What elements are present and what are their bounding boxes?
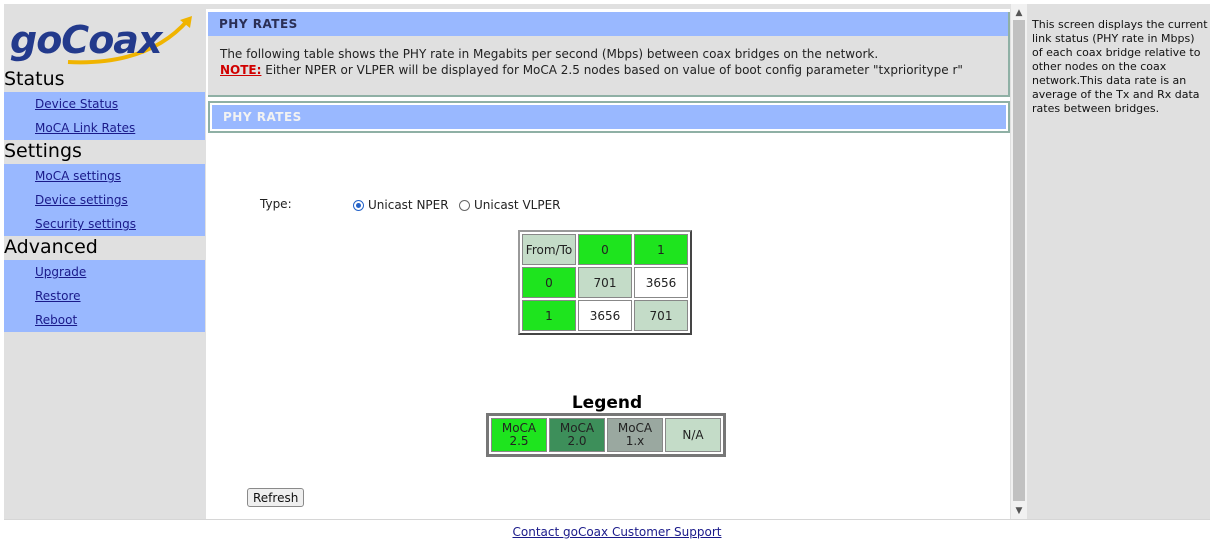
scroll-up-icon[interactable]: ▲ <box>1011 6 1027 20</box>
page-title: PHY RATES <box>208 12 1008 36</box>
legend-line2: 2.5 <box>509 434 529 448</box>
note-text: Either NPER or VLPER will be displayed f… <box>261 63 963 77</box>
radio-label-nper: Unicast NPER <box>368 198 449 212</box>
refresh-button[interactable]: Refresh <box>247 488 305 507</box>
scrollbar[interactable]: ▲ ▼ <box>1011 4 1027 519</box>
table-cell: 701 <box>634 300 688 331</box>
logo-text: goCoax <box>10 18 162 62</box>
legend-table: MoCA 2.5 MoCA 2.0 MoCA 1.x N/A <box>486 413 726 457</box>
table-cell: 701 <box>578 267 632 298</box>
table-cell: 3656 <box>578 300 632 331</box>
note-label: NOTE: <box>220 63 262 77</box>
intro-text: The following table shows the PHY rate i… <box>208 36 1008 78</box>
table-row: 0 701 3656 <box>522 267 688 298</box>
legend-moca-2-0: MoCA 2.0 <box>549 418 605 452</box>
table-row: 1 3656 701 <box>522 300 688 331</box>
table-corner: From/To <box>522 234 576 265</box>
legend-line1: MoCA <box>501 421 537 435</box>
sidebar: goCoax Status Device Status MoCA Link Ra… <box>4 4 206 519</box>
nav-item-restore[interactable]: Restore <box>4 284 205 308</box>
nav-heading-settings: Settings <box>4 140 82 162</box>
sub-header-frame: PHY RATES <box>208 101 1010 133</box>
table-cell: 3656 <box>634 267 688 298</box>
nav-group-settings: MoCA settings Device settings Security s… <box>4 164 205 236</box>
legend-line1: MoCA <box>617 421 653 435</box>
nav-group-status: Device Status MoCA Link Rates <box>4 92 205 140</box>
phy-rate-table: From/To 0 1 0 701 3656 1 3656 701 <box>518 230 692 335</box>
column-header: 0 <box>578 234 632 265</box>
legend-line2: 2.0 <box>567 434 587 448</box>
type-label: Type: <box>260 197 292 211</box>
nav-item-security-settings[interactable]: Security settings <box>4 212 205 236</box>
main-content: PHY RATES The following table shows the … <box>206 9 1010 519</box>
radio-selected-icon[interactable] <box>353 199 364 211</box>
nav-heading-advanced: Advanced <box>4 236 98 258</box>
legend-moca-2-5: MoCA 2.5 <box>491 418 547 452</box>
nav-heading-status: Status <box>4 68 65 90</box>
row-header: 0 <box>522 267 576 298</box>
nav-item-upgrade[interactable]: Upgrade <box>4 260 205 284</box>
help-panel: This screen displays the current link st… <box>1032 18 1208 115</box>
row-header: 1 <box>522 300 576 331</box>
legend-na: N/A <box>665 418 721 452</box>
intro-panel: PHY RATES The following table shows the … <box>208 12 1010 97</box>
nav-group-advanced: Upgrade Restore Reboot <box>4 260 205 332</box>
radio-unicast-nper[interactable]: Unicast NPER <box>353 198 449 212</box>
table-header-row: From/To 0 1 <box>522 234 688 265</box>
gocoax-logo[interactable]: goCoax <box>8 8 194 66</box>
nav-item-reboot[interactable]: Reboot <box>4 308 205 332</box>
nav-item-device-status[interactable]: Device Status <box>4 92 205 116</box>
scroll-down-icon[interactable]: ▼ <box>1011 504 1027 518</box>
legend-title: Legend <box>571 393 643 413</box>
footer: Contact goCoax Customer Support <box>4 519 1210 555</box>
legend-line2: 1.x <box>625 434 645 448</box>
radio-unicast-vlper[interactable]: Unicast VLPER <box>459 198 561 212</box>
column-header: 1 <box>634 234 688 265</box>
page-frame: goCoax Status Device Status MoCA Link Ra… <box>4 4 1210 519</box>
legend-row: MoCA 2.5 MoCA 2.0 MoCA 1.x N/A <box>491 418 721 452</box>
scrollbar-thumb[interactable] <box>1013 20 1025 501</box>
description-text: The following table shows the PHY rate i… <box>220 47 879 61</box>
radio-label-vlper: Unicast VLPER <box>474 198 561 212</box>
legend-moca-1-x: MoCA 1.x <box>607 418 663 452</box>
nav-item-moca-link-rates[interactable]: MoCA Link Rates <box>4 116 205 140</box>
nav-item-device-settings[interactable]: Device settings <box>4 188 205 212</box>
legend-line1: MoCA <box>559 421 595 435</box>
support-link[interactable]: Contact goCoax Customer Support <box>4 525 1211 539</box>
note-line: NOTE: Either NPER or VLPER will be displ… <box>220 62 1008 78</box>
radio-unselected-icon[interactable] <box>459 199 470 211</box>
section-title: PHY RATES <box>212 105 1006 129</box>
nav-item-moca-settings[interactable]: MoCA settings <box>4 164 205 188</box>
